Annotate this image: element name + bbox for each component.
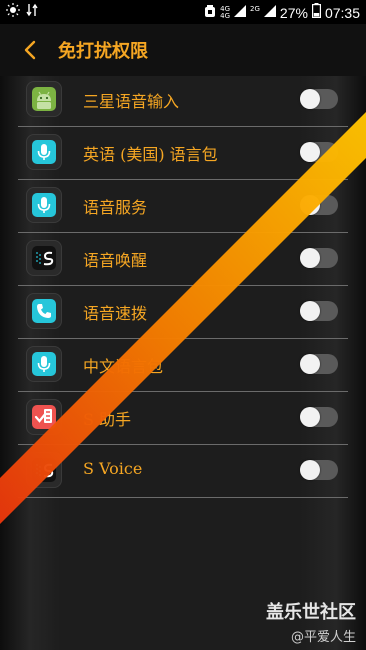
list-item-s-voice[interactable]: S Voice [18, 445, 348, 498]
list-item-english-us-language-pack[interactable]: 英语 (美国) 语言包 [18, 127, 348, 180]
sun-icon [6, 3, 20, 21]
page-title: 免打扰权限 [58, 41, 148, 62]
list-item-voice-speed-dial[interactable]: 语音速拨 [18, 286, 348, 339]
app-header: 免打扰权限 [0, 24, 366, 76]
permission-toggle[interactable] [300, 142, 338, 162]
network-sub-type-repeat [250, 13, 252, 20]
list-item-label: 三星语音输入 [83, 92, 180, 111]
list-item-label: 语音速拨 [83, 304, 148, 323]
watermark: 盖乐世社区 @平爱人生 [266, 598, 356, 645]
microphone-icon [26, 346, 62, 382]
data-transfer-icon [26, 3, 38, 21]
list-item-s-assistant[interactable]: S 助手 [18, 392, 348, 445]
android-icon [26, 81, 62, 117]
app-permission-list: 三星语音输入 英语 (美国) 语言包 语音服务 语音唤醒 语音速拨 中文语言包 … [0, 74, 366, 498]
phone-icon [26, 293, 62, 329]
signal-icon [234, 4, 247, 21]
list-item-samsung-voice-input[interactable]: 三星语音输入 [18, 74, 348, 127]
microphone-icon [26, 134, 62, 170]
watermark-brand: 盖乐世社区 [266, 602, 356, 623]
watermark-user: @平爱人生 [290, 630, 356, 645]
list-item-label: S 助手 [83, 410, 132, 429]
list-item-label: 英语 (美国) 语言包 [83, 145, 218, 164]
s-voice-icon [26, 452, 62, 488]
permission-toggle[interactable] [300, 195, 338, 215]
permission-toggle[interactable] [300, 407, 338, 427]
list-item-chinese-language-pack[interactable]: 中文语言包 [18, 339, 348, 392]
list-item-label: 语音唤醒 [83, 251, 148, 270]
clock-time: 07:35 [324, 4, 360, 21]
list-item-voice-service[interactable]: 语音服务 [18, 180, 348, 233]
permission-toggle[interactable] [300, 301, 338, 321]
back-button[interactable] [18, 36, 46, 64]
permission-toggle[interactable] [300, 354, 338, 374]
permission-toggle[interactable] [300, 89, 338, 109]
battery-icon [311, 3, 321, 22]
s-assistant-icon [26, 399, 62, 435]
alarm-clock-icon [204, 4, 216, 22]
list-item-label: S Voice [83, 459, 143, 478]
list-item-label: 中文语言包 [83, 357, 164, 376]
list-item-voice-wakeup[interactable]: 语音唤醒 [18, 233, 348, 286]
list-item-label: 语音服务 [83, 198, 148, 217]
screen: 4G 4G 2G 27% 07:35 免打扰权限 三星语音输入 英语 (美国) … [0, 0, 366, 650]
microphone-icon [26, 187, 62, 223]
battery-percent: 27% [279, 4, 308, 21]
chevron-left-icon [24, 40, 36, 60]
s-voice-icon [26, 240, 62, 276]
network-type-bottom: 4G [220, 11, 231, 20]
permission-toggle[interactable] [300, 248, 338, 268]
permission-toggle[interactable] [300, 460, 338, 480]
status-bar: 4G 4G 2G 27% 07:35 [0, 0, 366, 24]
signal-icon-2 [263, 4, 276, 21]
